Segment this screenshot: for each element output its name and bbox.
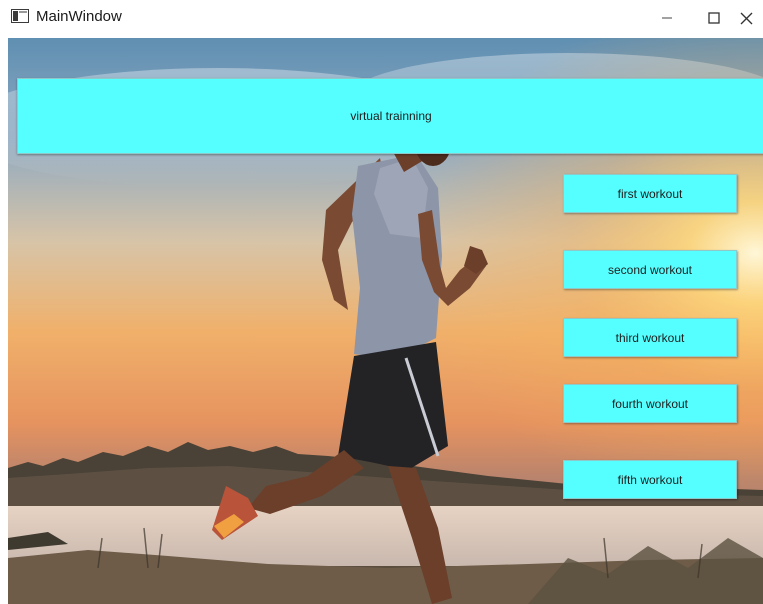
close-button[interactable] bbox=[726, 4, 763, 32]
second-workout-button[interactable]: second workout bbox=[563, 250, 737, 289]
app-icon bbox=[11, 9, 29, 23]
title-bar[interactable]: MainWindow bbox=[0, 0, 763, 38]
minimize-button[interactable] bbox=[647, 4, 687, 32]
button-label: second workout bbox=[607, 262, 693, 277]
client-area: virtual trainning first workout second w… bbox=[8, 38, 763, 604]
window-title: MainWindow bbox=[36, 8, 122, 25]
button-label: first workout bbox=[617, 186, 683, 201]
virtual-training-banner[interactable]: virtual trainning bbox=[17, 78, 763, 154]
banner-label: virtual trainning bbox=[350, 109, 432, 123]
main-window: MainWindow virtual trainning first worko… bbox=[0, 0, 763, 604]
fifth-workout-button[interactable]: fifth workout bbox=[563, 460, 737, 499]
button-label: third workout bbox=[615, 330, 685, 345]
third-workout-button[interactable]: third workout bbox=[563, 318, 737, 357]
minimize-icon bbox=[662, 17, 672, 19]
first-workout-button[interactable]: first workout bbox=[563, 174, 737, 213]
button-label: fifth workout bbox=[617, 472, 683, 487]
fourth-workout-button[interactable]: fourth workout bbox=[563, 384, 737, 423]
maximize-icon bbox=[708, 12, 720, 24]
button-label: fourth workout bbox=[611, 396, 689, 411]
close-icon bbox=[740, 12, 752, 24]
